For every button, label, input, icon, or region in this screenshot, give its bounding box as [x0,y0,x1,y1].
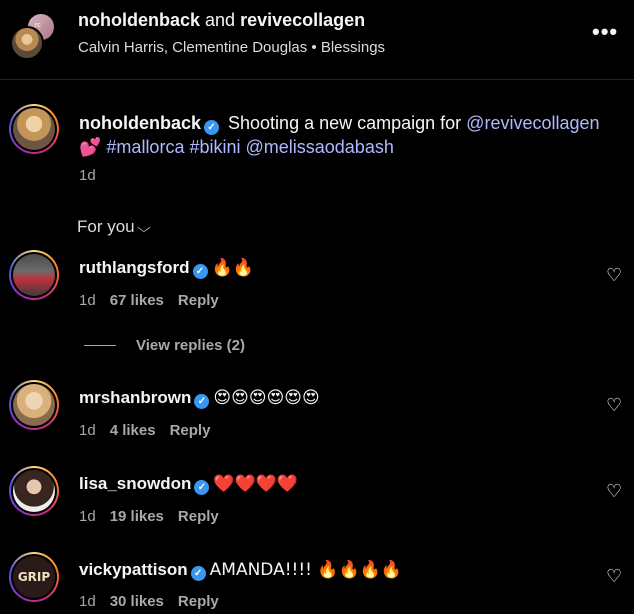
view-replies-button[interactable]: View replies (2) [84,337,245,354]
mention-link[interactable]: @revivecollagen [466,113,599,133]
comment-row: ruthlangsford ✓ 🔥🔥 [79,258,254,279]
comment-username[interactable]: vickypattison [79,560,188,579]
verified-badge-icon: ✓ [190,566,206,581]
post-caption: noholdenback ✓ Shooting a new campaign fo… [79,111,619,160]
caption-text: Shooting a new campaign for [223,113,467,133]
header-and: and [200,10,241,30]
caption-username[interactable]: noholdenback [79,113,201,133]
comment-avatar-ring[interactable]: GRIP [9,552,59,602]
caption-timestamp: 1d [79,167,96,184]
divider-line [84,345,116,346]
comment-row: mrshanbrown ✓ 😍😍😍😍😍😍 [79,388,320,409]
sort-dropdown[interactable]: For you ⌵ [77,217,151,237]
chevron-down-icon: ⌵ [136,220,151,235]
mention-link-2[interactable]: @melissaodabash [245,137,393,157]
verified-badge-icon: ✓ [204,120,220,135]
comment-likes[interactable]: 4 likes [110,422,156,439]
comment-row: vickypattison ✓ AMANDA!!!! 🔥🔥🔥🔥 [79,560,402,581]
comment-meta: 1d 30 likes Reply [79,593,219,610]
comment-meta: 1d 4 likes Reply [79,422,210,439]
comment-meta: 1d 19 likes Reply [79,508,219,525]
reply-button[interactable]: Reply [178,593,219,610]
verified-badge-icon: ✓ [194,394,210,409]
comment-avatar[interactable]: GRIP [13,556,55,598]
comment-avatar-ring[interactable] [9,250,59,300]
comment-likes[interactable]: 30 likes [110,593,164,610]
header-user1[interactable]: noholdenback [78,10,200,30]
like-heart-icon[interactable]: ♡ [606,395,622,416]
comment-username[interactable]: ruthlangsford [79,258,190,277]
reply-button[interactable]: Reply [178,292,219,309]
sort-label: For you [77,217,135,236]
verified-badge-icon: ✓ [194,480,210,495]
comment-row: lisa_snowdon ✓ ❤️❤️❤️❤️ [79,474,298,495]
like-heart-icon[interactable]: ♡ [606,566,622,587]
header-title: noholdenback and revivecollagen [78,10,365,31]
comment-username[interactable]: lisa_snowdon [79,474,191,493]
more-options-icon[interactable]: ••• [592,21,618,43]
comment-avatar-ring[interactable] [9,466,59,516]
comment-text: 😍😍😍😍😍😍 [213,388,320,408]
comment-likes[interactable]: 67 likes [110,292,164,309]
view-replies-label: View replies (2) [136,337,245,354]
comment-time: 1d [79,292,96,309]
like-heart-icon[interactable]: ♡ [606,481,622,502]
comment-text: 🔥🔥 [211,258,254,278]
comment-time: 1d [79,422,96,439]
caption-avatar[interactable] [13,108,55,150]
comment-avatar[interactable] [13,384,55,426]
caption-avatar-ring[interactable] [9,104,59,154]
avatar-noholdenback[interactable] [10,26,44,60]
audio-subtitle[interactable]: Calvin Harris, Clementine Douglas • Bles… [78,39,385,56]
comment-likes[interactable]: 19 likes [110,508,164,525]
comment-meta: 1d 67 likes Reply [79,292,219,309]
comment-text: AMANDA!!!! 🔥🔥🔥🔥 [209,560,403,580]
verified-badge-icon: ✓ [192,264,208,279]
collab-avatars[interactable]: rc [10,12,68,60]
comment-time: 1d [79,508,96,525]
comment-username[interactable]: mrshanbrown [79,388,191,407]
header-user2[interactable]: revivecollagen [240,10,365,30]
caption-emoji: 💕 [79,137,102,158]
like-heart-icon[interactable]: ♡ [606,265,622,286]
comment-avatar-ring[interactable] [9,380,59,430]
post-header: rc noholdenback and revivecollagen Calvi… [0,0,634,80]
comment-avatar[interactable] [13,254,55,296]
reply-button[interactable]: Reply [170,422,211,439]
comment-avatar[interactable] [13,470,55,512]
hashtags-link[interactable]: #mallorca #bikini [101,137,245,157]
comment-time: 1d [79,593,96,610]
reply-button[interactable]: Reply [178,508,219,525]
comment-text: ❤️❤️❤️❤️ [213,474,299,494]
